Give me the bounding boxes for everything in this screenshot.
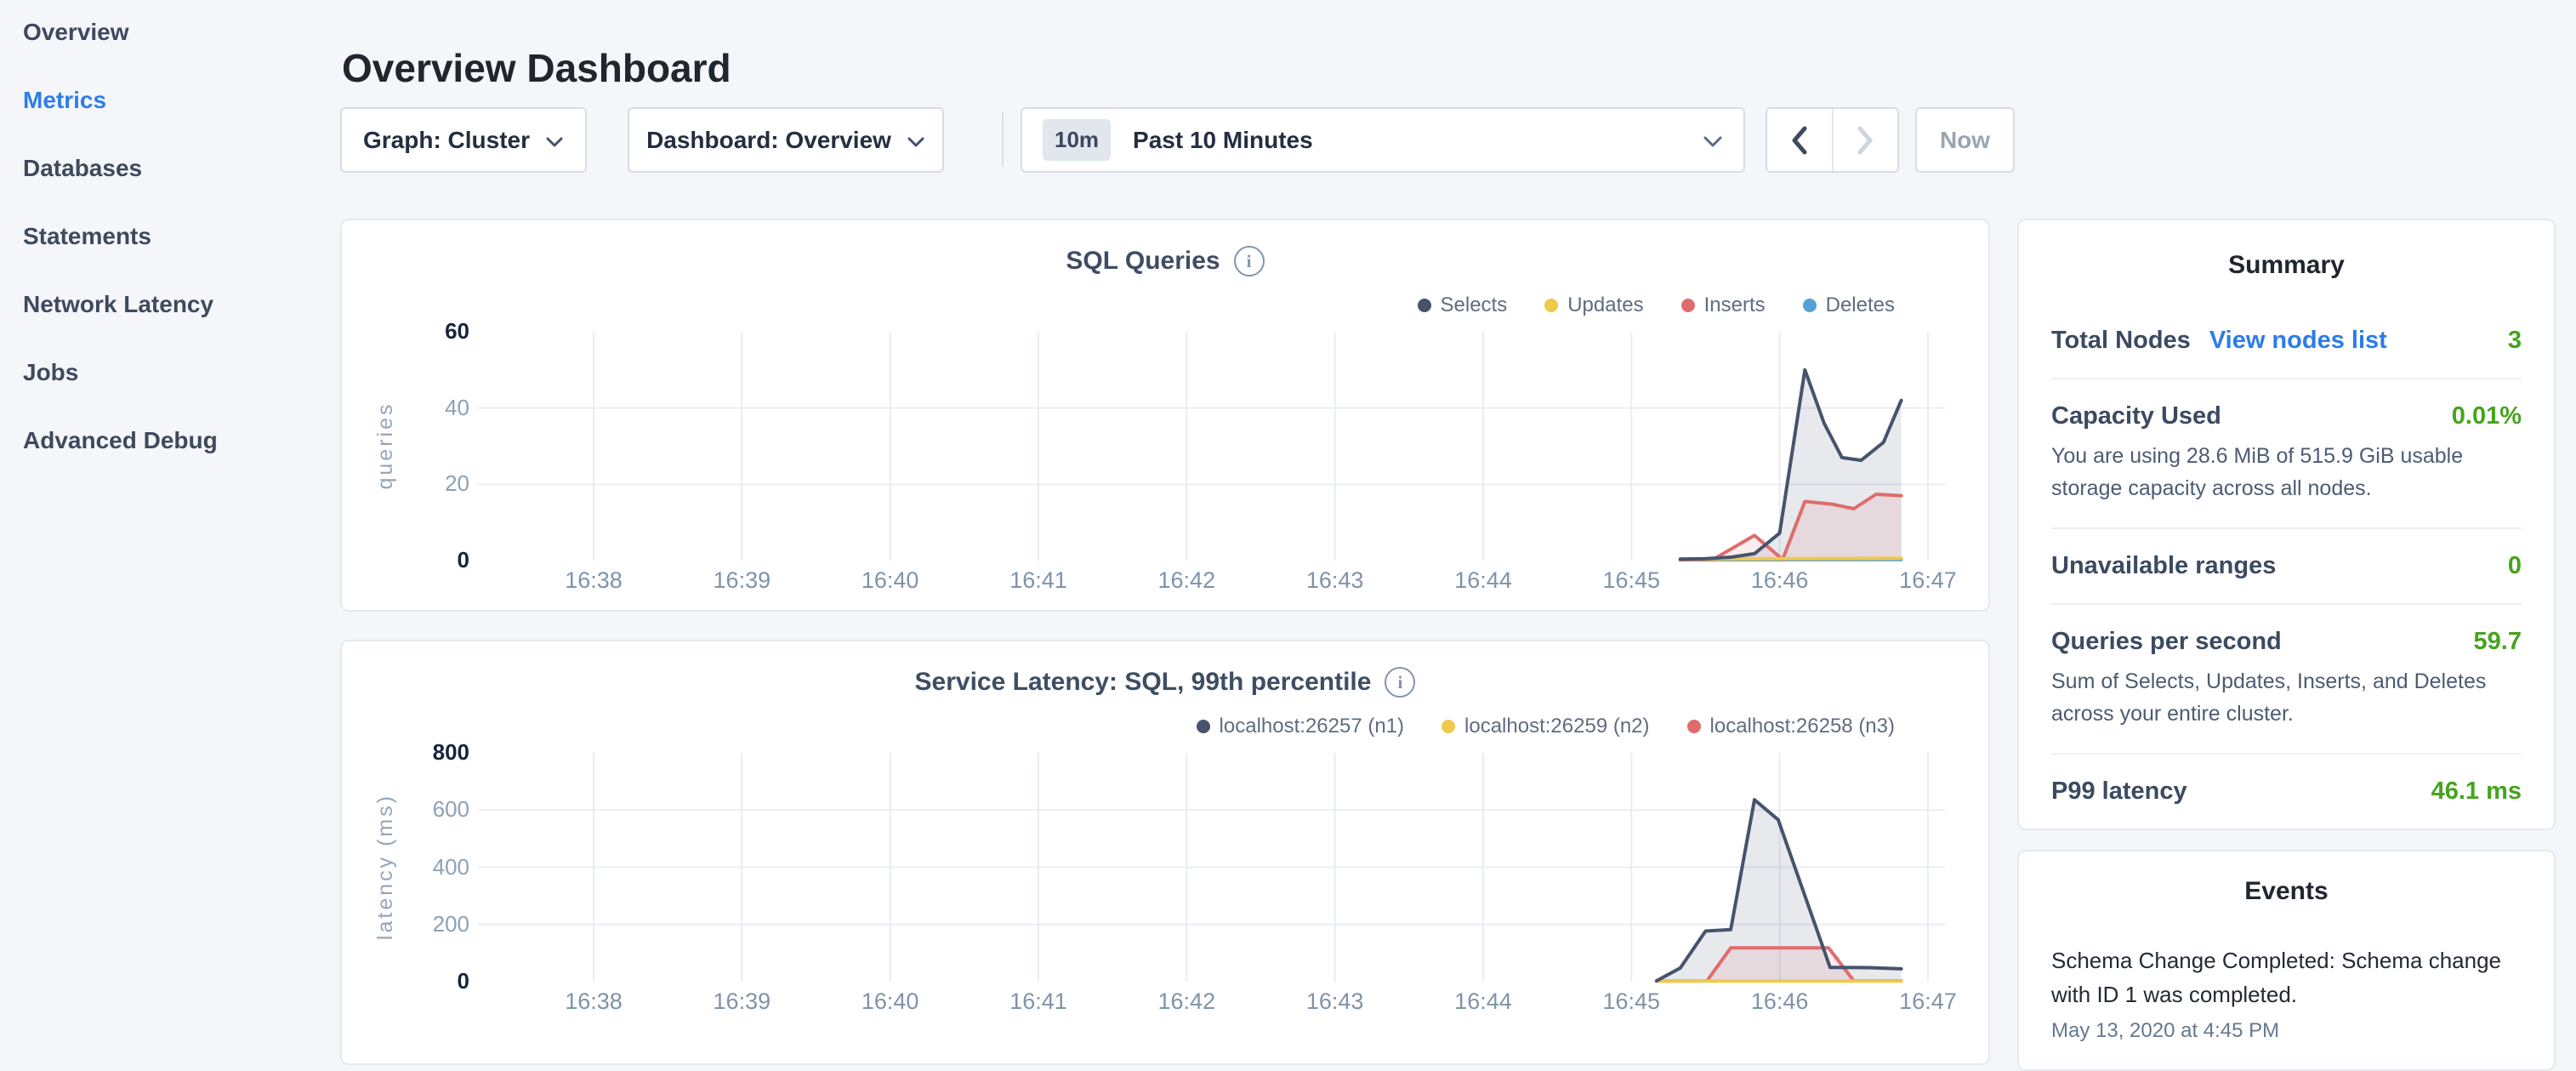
x-axis-tick: 16:42 [1112,988,1260,1015]
page-title: Overview Dashboard [342,45,731,91]
summary-row-label: Capacity Used [2051,402,2221,430]
summary-row-subtext: You are using 28.6 MiB of 515.9 GiB usab… [2051,441,2522,504]
y-axis-title: latency (ms) [373,739,399,994]
x-axis-tick: 16:47 [1854,567,2002,594]
sidebar-item-statements[interactable]: Statements [23,223,151,250]
sql-queries-chart-card: SQL QueriesiSelectsUpdatesInsertsDeletes… [340,219,1990,612]
x-axis-tick: 16:43 [1261,567,1409,594]
x-axis-tick: 16:44 [1409,567,1557,594]
summary-row-subtext: Sum of Selects, Updates, Inserts, and De… [2051,666,2522,730]
dashboard-dropdown[interactable]: Dashboard: Overview [628,107,944,173]
sidebar-item-overview[interactable]: Overview [23,19,129,46]
sidebar-item-advanced-debug[interactable]: Advanced Debug [23,427,218,454]
dashboard-label: Dashboard: Overview [646,127,891,154]
summary-row-value: 0 [2508,552,2522,580]
events-list: Schema Change Completed: Schema change w… [2051,943,2522,1043]
summary-title: Summary [2051,251,2522,280]
summary-row-label: Queries per second [2051,628,2282,656]
summary-row-label: P99 latency [2051,778,2187,806]
sidebar: Overview Metrics Databases Statements Networ… [0,0,340,1051]
time-pager [1766,107,1899,173]
x-axis-tick: 16:42 [1112,567,1260,594]
time-range-label: Past 10 Minutes [1133,127,1313,154]
events-panel: Events Schema Change Completed: Schema c… [2017,850,2556,1071]
summary-row-value: 46.1 ms [2431,778,2522,806]
summary-row-total-nodes: Total Nodes View nodes list 3 [2051,304,2522,379]
time-range-dropdown[interactable]: 10m Past 10 Minutes [1021,107,1745,173]
time-forward-button[interactable] [1832,109,1898,171]
summary-row-label: Total Nodes [2051,327,2191,355]
sidebar-item-network-latency[interactable]: Network Latency [23,291,213,318]
summary-row-value: 3 [2508,327,2522,355]
time-range-badge: 10m [1043,119,1111,161]
summary-row-value: 59.7 [2474,628,2522,656]
event-message: Schema Change Completed: Schema change w… [2051,943,2522,1012]
x-axis-tick: 16:46 [1706,567,1854,594]
x-axis-tick: 16:41 [964,567,1112,594]
sidebar-item-metrics[interactable]: Metrics [23,87,106,114]
x-axis-tick: 16:44 [1409,988,1557,1015]
service-latency-chart-card: Service Latency: SQL, 99th percentileilo… [340,640,1990,1065]
chevron-down-icon [1703,127,1723,154]
x-axis-tick: 16:40 [816,988,964,1015]
chart-plot-area[interactable] [342,220,1992,595]
x-axis-tick: 16:40 [816,567,964,594]
chart-plot-area[interactable] [342,641,1992,1016]
sidebar-item-jobs[interactable]: Jobs [23,359,78,386]
chevron-down-icon [907,127,925,154]
event-item[interactable]: Schema Change Completed: Schema change w… [2051,943,2522,1043]
summary-row-unavailable-ranges: Unavailable ranges 0 [2051,529,2522,605]
chevron-down-icon [545,127,564,154]
x-axis-tick: 16:38 [520,567,668,594]
x-axis-tick: 16:39 [668,567,816,594]
summary-row-value: 0.01% [2452,402,2522,430]
summary-row-capacity-used: Capacity Used 0.01% You are using 28.6 MiB… [2051,379,2522,529]
x-axis-tick: 16:47 [1854,988,2002,1015]
x-axis-tick: 16:41 [964,988,1112,1015]
x-axis-tick: 16:45 [1557,567,1705,594]
x-axis-tick: 16:39 [668,988,816,1015]
graph-scope-dropdown[interactable]: Graph: Cluster [340,107,587,173]
x-axis-tick: 16:38 [520,988,668,1015]
x-axis-tick: 16:46 [1706,988,1854,1015]
summary-panel: Summary Total Nodes View nodes list 3 Capac… [2017,219,2556,830]
controls-divider [1002,112,1004,167]
summary-row-queries-per-second: Queries per second 59.7 Sum of Selects, Up… [2051,605,2522,755]
x-axis-tick: 16:45 [1557,988,1705,1015]
now-button[interactable]: Now [1915,107,2015,173]
event-timestamp: May 13, 2020 at 4:45 PM [2051,1019,2522,1043]
view-nodes-list-link[interactable]: View nodes list [2209,327,2387,355]
now-label: Now [1940,127,1990,154]
summary-row-p99-latency: P99 latency 46.1 ms [2051,755,2522,829]
sidebar-item-databases[interactable]: Databases [23,155,142,182]
time-back-button[interactable] [1767,109,1832,171]
y-axis-title: queries [373,318,399,573]
summary-rows: Total Nodes View nodes list 3 Capacity Used… [2051,304,2522,829]
x-axis-tick: 16:43 [1261,988,1409,1015]
graph-scope-label: Graph: Cluster [363,127,530,154]
events-title: Events [2051,877,2522,906]
summary-row-label: Unavailable ranges [2051,552,2276,580]
